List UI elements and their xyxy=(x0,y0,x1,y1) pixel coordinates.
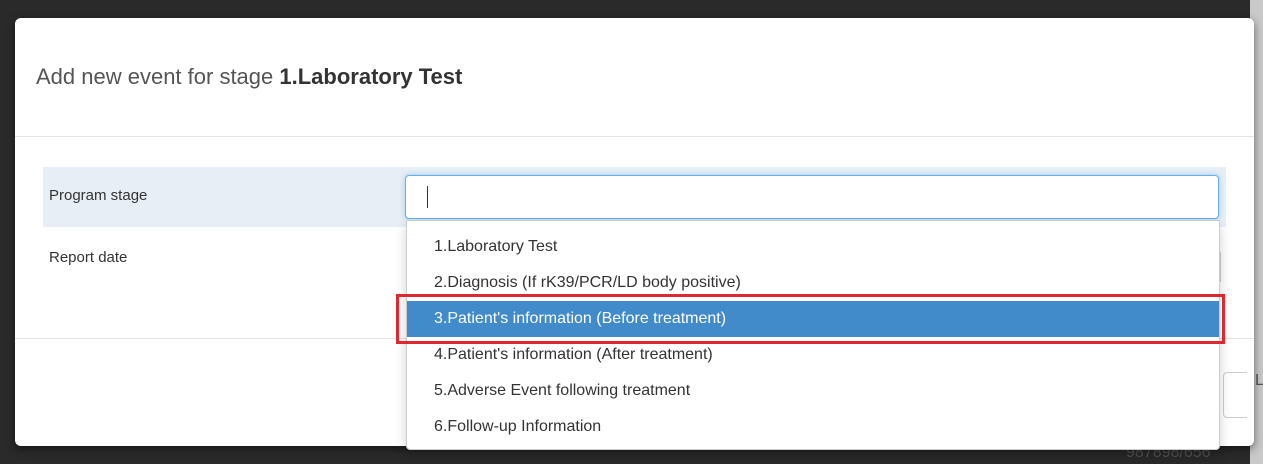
dropdown-option-follow-up[interactable]: 6.Follow-up Information xyxy=(407,409,1219,445)
dropdown-option-adverse-event[interactable]: 5.Adverse Event following treatment xyxy=(407,373,1219,409)
modal-header: Add new event for stage 1.Laboratory Tes… xyxy=(15,18,1254,137)
program-stage-input[interactable] xyxy=(405,175,1219,219)
footer-button[interactable] xyxy=(1223,372,1247,418)
text-caret xyxy=(427,186,428,208)
dropdown-option-patient-after-treatment[interactable]: 4.Patient's information (After treatment… xyxy=(407,337,1219,373)
report-date-label: Report date xyxy=(49,249,128,266)
program-stage-label: Program stage xyxy=(49,187,148,204)
modal-title-prefix: Add new event for stage xyxy=(36,64,280,89)
program-stage-dropdown: 1.Laboratory Test 2.Diagnosis (If rK39/P… xyxy=(406,220,1220,450)
modal-title-stage: 1.Laboratory Test xyxy=(279,64,463,89)
modal-title: Add new event for stage 1.Laboratory Tes… xyxy=(36,64,462,90)
dropdown-option-patient-before-treatment[interactable]: 3.Patient's information (Before treatmen… xyxy=(407,301,1219,337)
background-partial-letter: L xyxy=(1255,372,1263,389)
dropdown-option-diagnosis[interactable]: 2.Diagnosis (If rK39/PCR/LD body positiv… xyxy=(407,265,1219,301)
dropdown-option-laboratory-test[interactable]: 1.Laboratory Test xyxy=(407,229,1219,265)
